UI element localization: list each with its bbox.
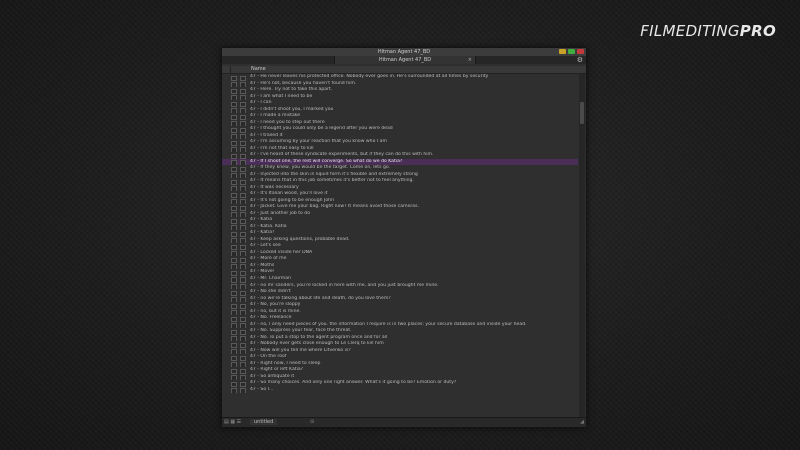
zoom-icon[interactable]: ⊙ [310, 419, 314, 425]
list-item[interactable]: 47 - So I... [222, 387, 578, 394]
clip-name: 47 - Nobody ever gets close enough to Le… [250, 341, 384, 347]
clip-name: 47 - Katia [250, 217, 273, 223]
clip-name: 47 - I trailed it [250, 132, 283, 138]
column-divider [230, 66, 231, 73]
clip-name: 47 - Moths [250, 262, 275, 268]
clip-name: 47 - I made a mistake [250, 113, 301, 119]
clip-name: 47 - Injected into the skin in liquid fo… [250, 171, 418, 177]
clip-name: 47 - Katia. Katia [250, 223, 287, 229]
tab-bin[interactable]: Hitman Agent 47_BD × [334, 56, 476, 64]
scrollbar-thumb[interactable] [580, 102, 584, 124]
clip-name: 47 - I can [250, 100, 272, 106]
minimize-button[interactable] [559, 49, 566, 54]
clip-name: 47 - It means that in this job sometimes… [250, 178, 414, 184]
clip-name: 47 - no, I only need pieces of you. the … [250, 321, 527, 327]
clip-name: 47 - No, you're sloppy [250, 302, 301, 308]
row-checkbox-audio[interactable] [240, 388, 246, 394]
gear-icon[interactable]: ⚙ [577, 56, 583, 64]
clip-name: 47 - He's not, because you haven't found… [250, 80, 357, 86]
clip-name: 47 - I didn't shoot you, I marked you [250, 106, 334, 112]
clip-name: 47 - I've heard of these syndicate exper… [250, 152, 434, 158]
bin-view-label[interactable]: untitled [250, 419, 278, 425]
clip-name: 47 - Let's see [250, 243, 281, 249]
clip-list: 47 - He never leaves his protected offic… [222, 74, 578, 417]
clip-name: 47 - If I shoot one, the rest will conve… [250, 158, 403, 164]
tab-close-icon[interactable]: × [468, 56, 472, 64]
clip-name: 47 - Katia? [250, 230, 275, 236]
clip-name: 47 - I'm assuming by your reaction that … [250, 139, 387, 145]
window-controls [559, 49, 584, 54]
row-checkbox-video[interactable] [231, 388, 237, 394]
clip-name: 47 - Here. Try not to fake this apart. [250, 87, 333, 93]
clip-name: 47 - Jacket. Give me your bag. Right now… [250, 204, 419, 210]
clip-name: 47 - No she didn't [250, 289, 291, 295]
bin-window: Hitman Agent 47_BD Hitman Agent 47_BD × … [221, 47, 587, 428]
watermark-logo: FILMEDITINGPRO [640, 22, 776, 40]
clip-name: 47 - Right or left Katia? [250, 367, 304, 373]
clip-name: 47 - It's Italian wood, you'll love it [250, 191, 328, 197]
clip-name: 47 - So antiquate it [250, 373, 295, 379]
clip-name: 47 - It's not going to be enough John [250, 197, 334, 203]
clip-name: 47 - No. To put a stop to the agent prog… [250, 334, 388, 340]
clip-name: 47 - Locked inside her DNA [250, 249, 313, 255]
clip-name: 47 - I need you to step out there [250, 119, 325, 125]
clip-name: 47 - Move! [250, 269, 275, 275]
view-mode-icons[interactable]: ▤ ▦ ☰ [224, 419, 241, 425]
clip-name: 47 - no, but it is mine. [250, 308, 301, 314]
clip-name: 47 - It was necessary [250, 184, 299, 190]
clip-name: 47 - Now will you tell me where Litvenko… [250, 347, 351, 353]
resize-handle-icon[interactable]: ◢ [580, 419, 584, 425]
clip-name: 47 - I'm not that easy to kill [250, 145, 314, 151]
clip-name: 47 - More of me [250, 256, 287, 262]
tab-bar: Hitman Agent 47_BD × ⚙ [222, 56, 586, 64]
clip-name: 47 - On the roof [250, 354, 287, 360]
clip-name: 47 - no mr sanders, you're locked in her… [250, 282, 439, 288]
window-titlebar[interactable]: Hitman Agent 47_BD [222, 48, 586, 56]
desktop-background: FILMEDITINGPRO Hitman Agent 47_BD Hitman… [0, 0, 800, 450]
clip-name: 47 - No. Suppress your fear, face the th… [250, 328, 352, 334]
clip-name: 47 - Mr. Chairman [250, 275, 291, 281]
clip-name: 47 - No. Freelance [250, 315, 292, 321]
logo-text-filmediting: FILMEDITING [640, 22, 740, 40]
column-header-name[interactable]: Name [251, 66, 266, 73]
window-footer: ▤ ▦ ☰ untitled ⊙ ◢ [222, 417, 586, 427]
clip-name: 47 - no we're talking about life and dea… [250, 295, 391, 301]
clip-name: 47 - I thought you could only be a legen… [250, 126, 393, 132]
close-window-button[interactable] [577, 49, 584, 54]
clip-name: 47 - If they knew, you would be the targ… [250, 165, 391, 171]
tab-label: Hitman Agent 47_BD [378, 57, 432, 63]
maximize-button[interactable] [568, 49, 575, 54]
column-header: Name [222, 66, 586, 74]
logo-text-pro: PRO [739, 22, 776, 40]
clip-name: 47 - I am what I need to be [250, 93, 313, 99]
clip-name: 47 - He never leaves his protected offic… [250, 74, 489, 79]
vertical-scrollbar[interactable] [579, 74, 585, 417]
clip-name: 47 - Right now, I need to sleep [250, 360, 321, 366]
window-title: Hitman Agent 47_BD [377, 49, 431, 55]
clip-name: 47 - Just another job to do [250, 210, 311, 216]
clip-name: 47 - So I... [250, 386, 274, 392]
clip-name: 47 - Keep asking questions, probable dea… [250, 236, 350, 242]
clip-name: 47 - So many choices. And only one right… [250, 380, 457, 386]
